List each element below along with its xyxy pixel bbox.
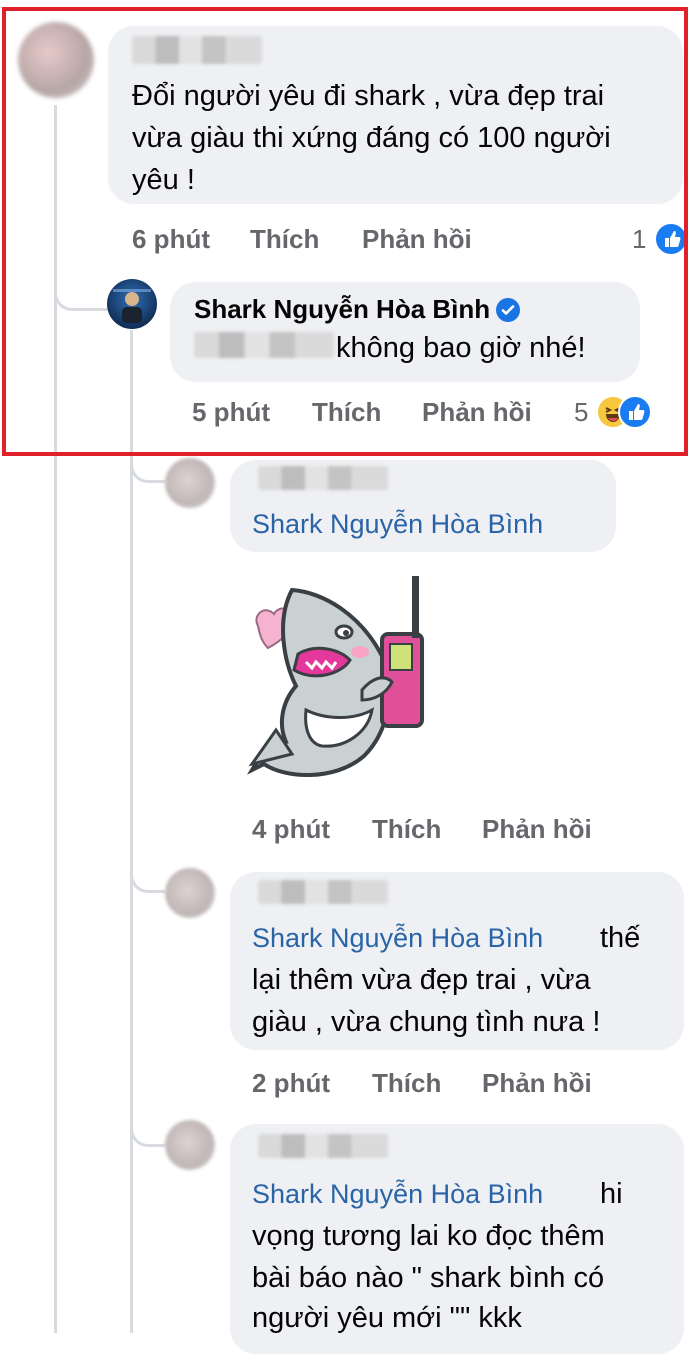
comment-text: thế bbox=[600, 922, 641, 954]
avatar[interactable] bbox=[165, 868, 215, 918]
mention-link[interactable]: Shark Nguyễn Hòa Bình bbox=[252, 504, 543, 545]
comment-bubble: Shark Nguyễn Hòa Bình bbox=[230, 460, 616, 552]
highlight-frame bbox=[2, 7, 688, 456]
mention-link[interactable]: Shark Nguyễn Hòa Bình bbox=[252, 1174, 543, 1215]
comment-text-line: giàu , vừa chung tình nưa ! bbox=[252, 1006, 601, 1038]
comment-actions: 4 phút Thích Phản hồi bbox=[252, 814, 612, 846]
mention-link[interactable]: Shark Nguyễn Hòa Bình bbox=[252, 918, 543, 959]
thread-connector bbox=[130, 1100, 165, 1147]
shark-sticker bbox=[232, 570, 452, 790]
like-button[interactable]: Thích bbox=[372, 1068, 441, 1099]
comment-text-line: bài báo nào " shark bình có bbox=[252, 1262, 605, 1294]
thread-line-replies bbox=[130, 330, 133, 1333]
like-button[interactable]: Thích bbox=[372, 814, 441, 845]
avatar[interactable] bbox=[165, 1120, 215, 1170]
avatar[interactable] bbox=[165, 458, 215, 508]
comment-actions: 2 phút Thích Phản hồi bbox=[252, 1068, 612, 1100]
reply-button[interactable]: Phản hồi bbox=[482, 814, 592, 845]
author-name-blurred[interactable] bbox=[258, 880, 388, 904]
author-name-blurred[interactable] bbox=[258, 466, 388, 490]
comment-text-line: vọng tương lai ko đọc thêm bbox=[252, 1220, 605, 1252]
comment-text-line: lại thêm vừa đẹp trai , vừa bbox=[252, 964, 591, 996]
comment-text: hi bbox=[600, 1178, 623, 1210]
timestamp[interactable]: 4 phút bbox=[252, 814, 330, 845]
comment-bubble: Shark Nguyễn Hòa Bình hi vọng tương lai … bbox=[230, 1124, 684, 1354]
reply-button[interactable]: Phản hồi bbox=[482, 1068, 592, 1099]
author-name-blurred[interactable] bbox=[258, 1134, 388, 1158]
comment-bubble: Shark Nguyễn Hòa Bình thế lại thêm vừa đ… bbox=[230, 872, 684, 1050]
timestamp[interactable]: 2 phút bbox=[252, 1068, 330, 1099]
thread-connector bbox=[130, 850, 165, 893]
